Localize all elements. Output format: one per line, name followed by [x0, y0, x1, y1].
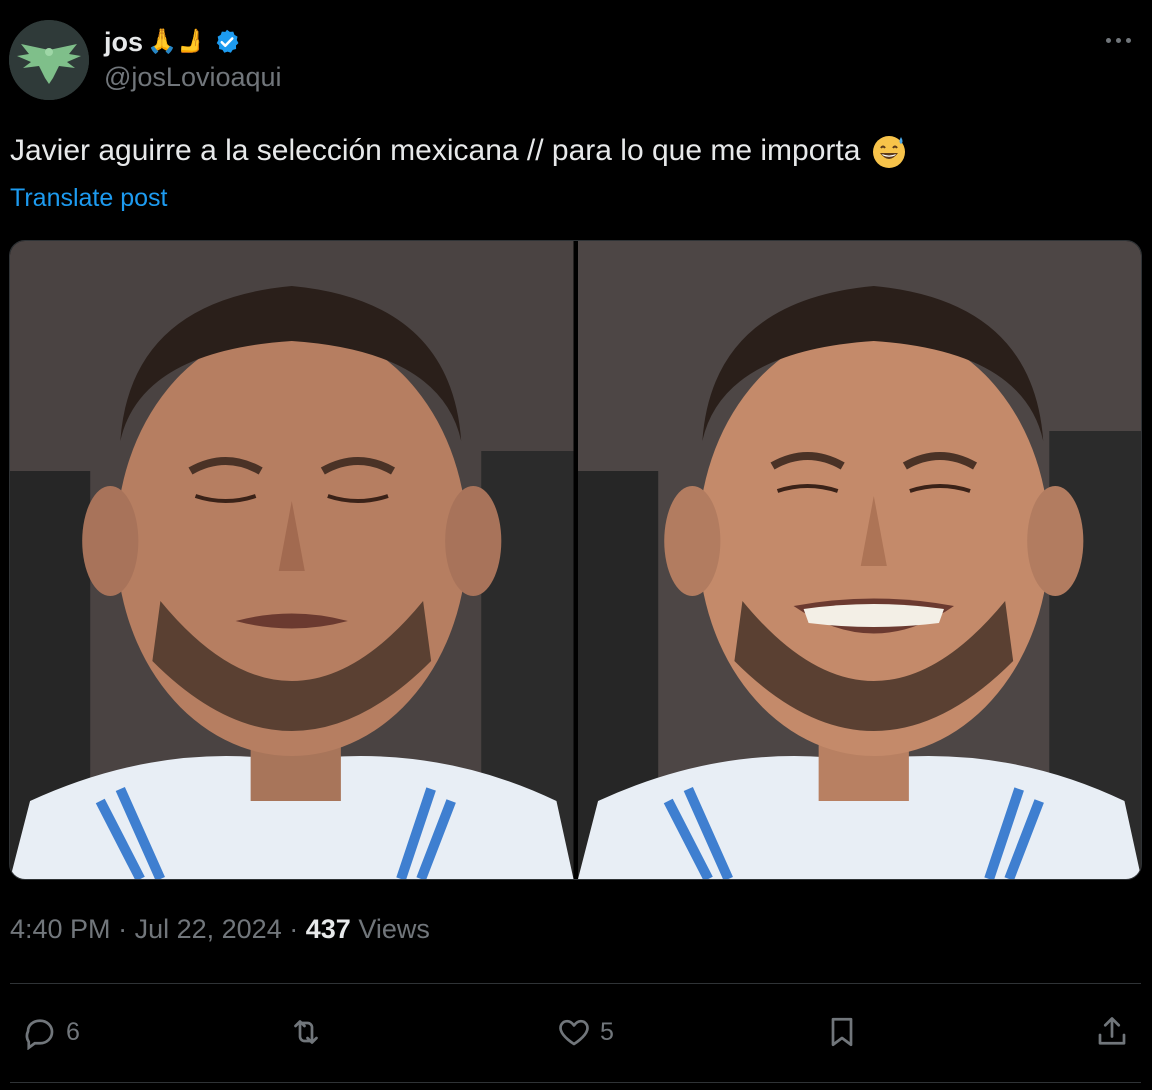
eagle-icon [9, 20, 89, 100]
handle[interactable]: @josLovioaqui [104, 62, 282, 93]
like-button[interactable]: 5 [556, 1008, 614, 1056]
share-icon [1098, 1017, 1126, 1045]
post-time[interactable]: 4:40 PM [10, 914, 111, 944]
repost-button[interactable] [288, 1008, 332, 1056]
crying-man-photo [10, 241, 574, 879]
reply-icon [25, 1019, 54, 1050]
reply-button[interactable]: 6 [22, 1008, 80, 1056]
avatar[interactable] [9, 20, 89, 100]
bookmark-icon [831, 1017, 853, 1047]
action-bar: 6 5 [0, 1008, 1152, 1056]
repost-icon [294, 1020, 318, 1044]
post-meta: 4:40 PM · Jul 22, 2024 · 437 Views [10, 914, 430, 945]
media-photo-1[interactable] [10, 241, 574, 879]
meta-separator-2: · [289, 914, 299, 944]
laughing-man-photo [577, 241, 1141, 879]
share-button[interactable] [1094, 1008, 1130, 1056]
heart-icon [559, 1019, 589, 1046]
name-emojis: 🙏🫸 [147, 28, 207, 55]
views-count: 437 [305, 914, 351, 944]
tweet: jos 🙏🫸 @josLovioaqui Javier aguirre a la… [0, 0, 1152, 1090]
divider [10, 983, 1141, 984]
name-row: jos 🙏🫸 [104, 24, 241, 60]
more-options-icon[interactable] [1098, 26, 1138, 54]
tweet-text-body: Javier aguirre a la selección mexicana /… [10, 134, 861, 167]
media-photo-2[interactable] [577, 241, 1141, 879]
media-grid [9, 240, 1142, 880]
like-count: 5 [600, 1017, 614, 1046]
post-date[interactable]: Jul 22, 2024 [135, 914, 282, 944]
tweet-text: Javier aguirre a la selección mexicana /… [10, 132, 908, 170]
divider-bottom [10, 1082, 1141, 1083]
views-label: Views [358, 914, 430, 944]
verified-badge-icon[interactable] [213, 28, 241, 56]
translate-post-link[interactable]: Translate post [10, 184, 167, 213]
bookmark-button[interactable] [824, 1008, 860, 1056]
reply-count: 6 [66, 1017, 80, 1046]
grinning-face-with-sweat-icon [873, 136, 906, 168]
meta-separator: · [118, 914, 128, 944]
display-name[interactable]: jos [104, 27, 143, 58]
